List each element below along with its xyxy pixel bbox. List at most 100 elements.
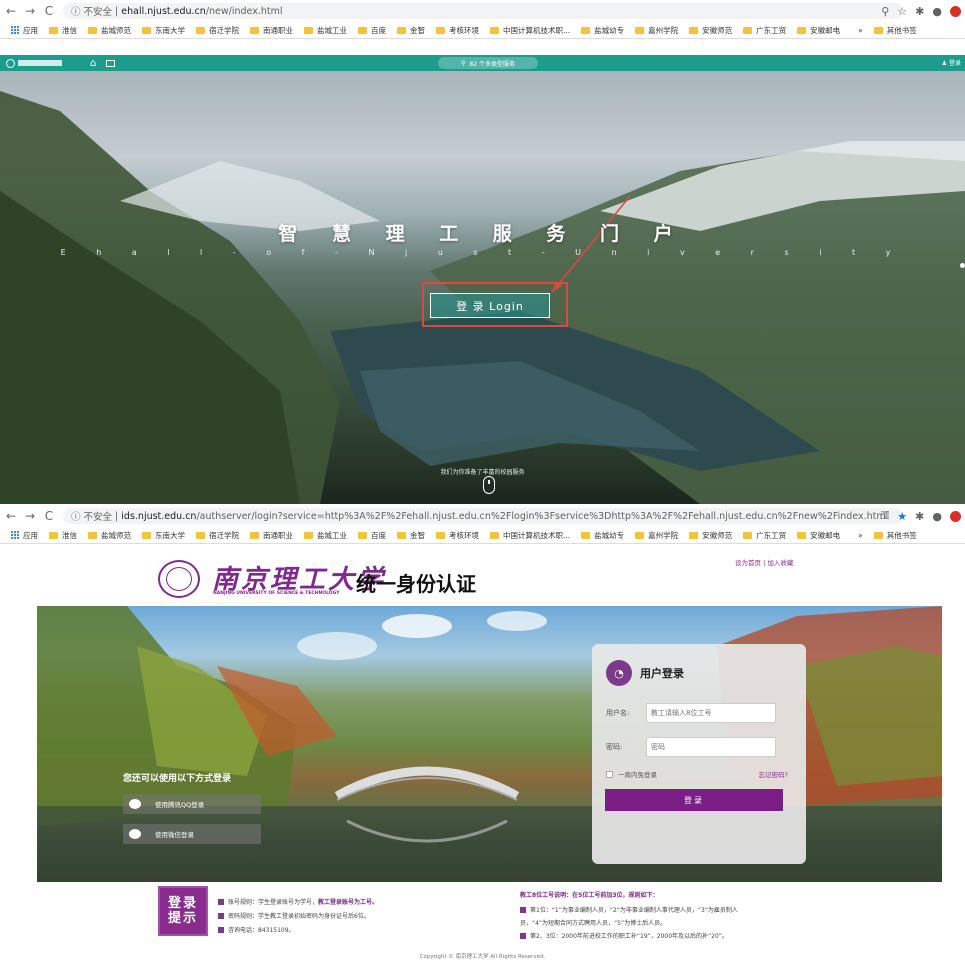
side-dot[interactable]: [960, 263, 965, 268]
bullet-icon: [218, 912, 224, 919]
wechat-icon: [129, 829, 141, 839]
home-favorite-links[interactable]: 设为首页 | 加入收藏: [735, 557, 793, 567]
top-bookmark[interactable]: 嘉州学院: [635, 25, 678, 36]
address-bar-2[interactable]: ⓘ 不安全 | ids.njust.edu.cn /authserver/log…: [63, 508, 903, 524]
bottom-bookmark[interactable]: 嘉州学院: [635, 530, 678, 541]
folder-icon: [743, 26, 753, 34]
folder-icon: [49, 26, 58, 34]
back-button[interactable]: ←: [3, 4, 19, 18]
portal-topbar: ⌂ ⚲ 82 个多类型服务 ♟ 登录: [0, 55, 965, 71]
wechat-login-button[interactable]: 使用微信登录: [123, 824, 261, 844]
profile-icon[interactable]: ●: [932, 5, 942, 18]
portal-login-button[interactable]: 登 录 Login: [430, 293, 550, 318]
bottom-bookmark[interactable]: 淮信: [49, 530, 77, 541]
reload-button-2[interactable]: C: [41, 509, 57, 523]
folder-icon: [304, 531, 313, 539]
top-bookmark[interactable]: 应用: [11, 25, 38, 36]
password-rule: 密码规则：学生教工登录初始密码为身份证号后6位。: [218, 911, 370, 920]
top-bookmark[interactable]: 广东工贸: [743, 25, 786, 36]
top-bookmark[interactable]: 安徽邮电: [797, 25, 840, 36]
copyright: Copyright © 南京理工大学 All Rights Reserved.: [419, 954, 546, 960]
password-input[interactable]: [646, 737, 776, 757]
bookmarks-more-button[interactable]: »: [858, 531, 863, 540]
top-bookmark[interactable]: 考核环境: [436, 25, 479, 36]
bottom-bookmark[interactable]: 安徽师范: [689, 530, 732, 541]
qq-login-button[interactable]: 使用腾讯QQ登录: [123, 794, 261, 814]
desktop-icon[interactable]: [106, 59, 116, 67]
bottom-bookmark[interactable]: 东南大学: [142, 530, 185, 541]
top-bookmark[interactable]: 安徽师范: [689, 25, 732, 36]
bottom-bookmark[interactable]: 盐城工业: [304, 530, 347, 541]
update-icon[interactable]: [950, 5, 961, 17]
top-bookmark[interactable]: 盐城师范: [88, 25, 131, 36]
bottom-bookmark[interactable]: 中国计算机技术职...: [490, 530, 570, 541]
security-indicator[interactable]: ⓘ 不安全: [71, 4, 112, 18]
top-bookmark[interactable]: 百度: [358, 25, 386, 36]
reload-button[interactable]: C: [41, 4, 57, 18]
star-icon[interactable]: ☆: [897, 5, 907, 18]
forward-button-2[interactable]: →: [22, 509, 38, 523]
bottom-bookmark[interactable]: 百度: [358, 530, 386, 541]
portal-hero: 智 慧 理 工 服 务 门 户 E h a l l - o f - N j u …: [0, 71, 965, 504]
update-icon-2[interactable]: [950, 510, 961, 522]
bottom-bookmark[interactable]: 盐城师范: [88, 530, 131, 541]
folder-icon: [436, 531, 445, 539]
top-bookmark[interactable]: 东南大学: [142, 25, 185, 36]
bookmark-label: 安徽师范: [702, 25, 733, 35]
login-corner-label: 登录: [948, 60, 961, 67]
bottom-bookmark[interactable]: 金智: [397, 530, 425, 541]
remember-me[interactable]: 一周内免登录: [606, 769, 657, 779]
top-bookmark[interactable]: 金智: [397, 25, 425, 36]
folder-icon: [142, 26, 151, 34]
address-bar[interactable]: ⓘ 不安全 | ehall.njust.edu.cn /new/index.ht…: [63, 3, 903, 19]
bottom-bookmark[interactable]: 盐城幼专: [581, 530, 624, 541]
bottom-bookmark[interactable]: 南通职业: [250, 530, 293, 541]
forward-button[interactable]: →: [22, 4, 38, 18]
forgot-password-link[interactable]: 忘记密码?: [759, 769, 788, 779]
service-search[interactable]: ⚲ 82 个多类型服务: [438, 57, 538, 69]
staff-id-rule-2: 第2、3位：2000年前进校工作的职工补“19”，2000年及以后的补“20”。: [520, 931, 728, 940]
bottom-bookmark[interactable]: 宿迁学院: [196, 530, 239, 541]
bottom-bookmark[interactable]: 广东工贸: [743, 530, 786, 541]
staff-id-rule-1: 第1位：“1”为事业编制人员，“2”为非事业编制人事代理人员，“3”为雇员制人: [520, 905, 738, 914]
profile-icon-2[interactable]: ●: [932, 510, 942, 523]
other-bookmarks[interactable]: 其他书签: [873, 530, 917, 541]
remember-checkbox[interactable]: [606, 770, 613, 778]
bookmark-label: 盐城工业: [317, 25, 347, 35]
qq-icon: [129, 799, 141, 809]
bookmark-label: 淮信: [62, 530, 77, 540]
username-row: 用户名:: [606, 703, 776, 723]
bottom-bookmark[interactable]: 安徽邮电: [797, 530, 840, 541]
bottom-bookmark[interactable]: 考核环境: [436, 530, 479, 541]
top-bookmark[interactable]: 中国计算机技术职...: [490, 25, 570, 36]
top-bookmark[interactable]: 南通职业: [250, 25, 293, 36]
bookmarks-more-button[interactable]: »: [858, 26, 863, 35]
apps-icon: [11, 531, 19, 539]
top-bookmark[interactable]: 盐城幼专: [581, 25, 624, 36]
login-submit-button[interactable]: 登录: [605, 789, 783, 811]
back-button-2[interactable]: ←: [3, 509, 19, 523]
staff-id-rule-1b: 员，“4”为短期合同方式聘用人员，“5”为博士后人员。: [520, 920, 667, 927]
home-icon[interactable]: ⌂: [90, 58, 96, 69]
username-input[interactable]: [646, 703, 776, 723]
system-title: 统一身份认证: [356, 572, 476, 596]
top-bookmark[interactable]: 盐城工业: [304, 25, 347, 36]
extensions-icon[interactable]: ✱: [915, 5, 924, 18]
folder-icon: [797, 531, 807, 539]
key-icon[interactable]: ⚿: [881, 509, 889, 523]
top-bookmark[interactable]: 淮信: [49, 25, 77, 36]
login-corner-link[interactable]: ♟ 登录: [942, 58, 961, 67]
zoom-icon[interactable]: ⚲: [881, 5, 889, 18]
scroll-mouse-icon[interactable]: [483, 476, 495, 494]
bottom-bookmark[interactable]: 应用: [11, 530, 38, 541]
top-bookmark[interactable]: 宿迁学院: [196, 25, 239, 36]
extensions-icon-2[interactable]: ✱: [915, 510, 924, 523]
security-indicator-2[interactable]: ⓘ 不安全: [71, 509, 112, 523]
university-name-en: NANJING UNIVERSITY OF SCIENCE & TECHNOLO…: [213, 591, 340, 596]
user-icon: ♟: [941, 60, 948, 67]
portal-logo[interactable]: [6, 58, 66, 68]
user-login-icon: ◔: [606, 660, 632, 686]
other-bookmarks[interactable]: 其他书签: [873, 25, 917, 36]
ids-header: 南京理工大学 NANJING UNIVERSITY OF SCIENCE & T…: [0, 556, 965, 600]
star-filled-icon[interactable]: ★: [897, 510, 907, 523]
